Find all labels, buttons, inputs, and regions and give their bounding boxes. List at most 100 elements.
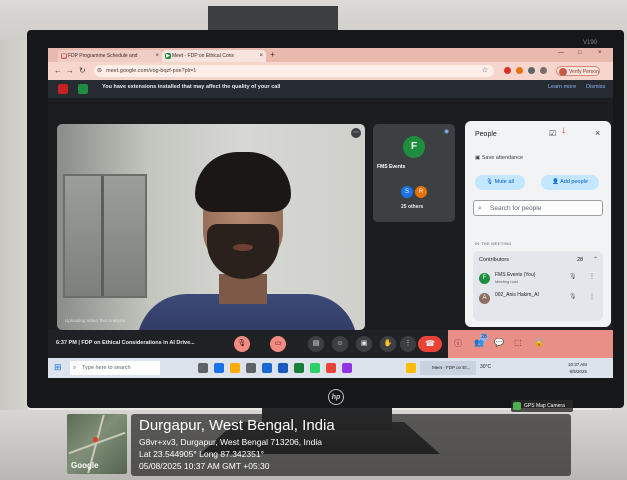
more-options-icon[interactable]: ⋮ (589, 273, 595, 280)
activities-icon[interactable]: ⬚ (514, 338, 522, 347)
back-icon[interactable]: ← (54, 66, 62, 75)
close-tab-icon[interactable]: × (259, 50, 263, 62)
file-explorer-icon[interactable] (230, 363, 240, 373)
taskbar-clock[interactable]: 10:37 AM 8/5/2025 (568, 361, 587, 375)
profile-label: Verify Person (569, 69, 599, 75)
extension-puzzle-icon[interactable] (528, 67, 535, 74)
gps-camera-badge: GPS Map Camera (511, 400, 573, 412)
gps-coords: Lat 23.544905° Long 87.342351° (139, 449, 264, 459)
new-tab-button[interactable]: + (270, 50, 275, 59)
others-label: 25 others (401, 204, 424, 210)
chrome-icon[interactable] (406, 363, 416, 373)
search-people-input[interactable]: ⌕ Search for people (473, 200, 603, 216)
tile-name: FMS Events (377, 164, 406, 170)
present-button[interactable]: ▣ (356, 336, 372, 352)
windows-taskbar: ⊞ ⌕ Type here to search Meet - FDP on Et… (48, 358, 613, 378)
site-info-icon[interactable]: ⊜ (97, 65, 102, 77)
reload-icon[interactable]: ↻ (79, 66, 86, 75)
close-tab-icon[interactable]: × (155, 50, 159, 62)
extension-icon-red[interactable] (504, 67, 511, 74)
participant-row[interactable]: A 002_Anis Hakim_AI 🎙 ⋮ (479, 291, 599, 309)
whatsapp-icon[interactable] (310, 363, 320, 373)
more-options-icon[interactable]: ⋯ (351, 128, 361, 138)
chevron-up-icon[interactable]: ⌃ (593, 256, 598, 263)
gps-info-box: Durgapur, West Bengal, India G8vr+xv3, D… (131, 414, 571, 476)
search-placeholder: Search for people (490, 205, 542, 212)
taskbar-meet-label: Meet - FDP on Et... (432, 365, 471, 370)
captions-button[interactable]: ▤ (308, 336, 324, 352)
excel-icon[interactable] (294, 363, 304, 373)
main-speaker-video[interactable]: Uploading Video Text Analysis ⋯ (57, 124, 365, 330)
leave-call-button[interactable]: ☎ (418, 336, 442, 352)
profile-chip[interactable]: Verify Person (556, 66, 600, 76)
banner-message: You have extensions installed that may a… (102, 84, 281, 90)
avatar (559, 68, 567, 76)
more-options-button[interactable]: ⋮ (400, 336, 416, 352)
info-icon[interactable]: ⓘ (454, 338, 462, 349)
maximize-icon[interactable]: □ (578, 50, 582, 56)
weather-widget[interactable]: 30°C (480, 364, 491, 370)
host-controls-icon[interactable]: ☑ (549, 129, 556, 138)
address-bar-row: ← → ↻ ⊜ meet.google.com/vog-bqzf-pxe?pli… (48, 62, 613, 80)
participant-name: 002_Anis Hakim_AI (495, 292, 539, 298)
location-pin-icon: ● (92, 432, 100, 446)
close-icon[interactable]: × (595, 128, 600, 138)
speaker-mouth (233, 244, 253, 251)
mail-icon[interactable] (262, 363, 272, 373)
clock-date: 8/5/2025 (569, 369, 588, 374)
camera-off-button[interactable]: ▭ (270, 336, 286, 352)
chat-icon[interactable]: 💬 (494, 338, 504, 347)
learn-more-link[interactable]: Learn more (548, 84, 576, 90)
save-attendance-label: Save attendance (481, 155, 524, 161)
forward-icon[interactable]: → (66, 66, 74, 75)
windows-start-icon[interactable]: ⊞ (54, 362, 62, 373)
participant-row[interactable]: F FMS Events (You) Meeting host 🎙 ⋮ (479, 271, 599, 289)
mic-off-icon[interactable]: 🎙 (569, 273, 577, 280)
sidebar-icon[interactable] (540, 67, 547, 74)
tab-label: FDP Programme Schedule and (68, 53, 138, 59)
minimize-icon[interactable]: — (558, 50, 564, 56)
mute-all-label: Mute all (494, 179, 514, 185)
store-icon[interactable] (246, 363, 256, 373)
emoji-button[interactable]: ☺ (332, 336, 348, 352)
taskbar-meet-window[interactable]: Meet - FDP on Et... (420, 361, 476, 375)
raise-hand-button[interactable]: ✋ (380, 336, 396, 352)
word-icon[interactable] (278, 363, 288, 373)
hp-logo: hp (328, 389, 344, 405)
extension-icon-orange[interactable] (516, 67, 523, 74)
url-field[interactable]: ⊜ meet.google.com/vog-bqzf-pxe?pli=1 ☆ (94, 65, 494, 77)
add-people-button[interactable]: 👤 Add people (541, 175, 599, 190)
save-attendance-button[interactable]: ▣ Save attendance (475, 155, 523, 161)
left-wall (0, 40, 28, 410)
sheets-icon: ▦ (61, 53, 67, 59)
arrow-annotation-icon: ↓ (561, 125, 566, 136)
taskbar-search-placeholder: Type here to search (82, 365, 131, 371)
avatar: F (403, 136, 425, 158)
wall-fixture (208, 6, 338, 32)
in-meeting-heading: IN THE MEETING (475, 241, 512, 246)
tab-meet[interactable]: ▶ Meet - FDP on Ethical Cons × (162, 50, 266, 62)
mic-off-button[interactable]: 🎙 (234, 336, 250, 352)
people-panel: People ☑ ↓ × ▣ Save attendance 🎙 Mute al… (465, 121, 611, 327)
app-icon[interactable] (342, 363, 352, 373)
more-options-icon[interactable]: ⋮ (589, 293, 595, 300)
mute-all-button[interactable]: 🎙 Mute all (475, 175, 525, 190)
gps-city: Durgapur, West Bengal, India (139, 417, 335, 434)
chrome-icon[interactable] (326, 363, 336, 373)
video-watermark: Uploading Video Text Analysis (65, 318, 126, 323)
avatar: A (479, 293, 490, 304)
others-tile[interactable]: S R 25 others (373, 178, 455, 222)
close-window-icon[interactable]: × (598, 50, 602, 56)
participant-count-badge: 28 (480, 333, 488, 341)
task-view-icon[interactable] (198, 363, 208, 373)
camera-icon (513, 402, 521, 410)
mic-off-icon[interactable]: 🎙 (569, 293, 577, 300)
dismiss-button[interactable]: Dismiss (586, 84, 605, 90)
meet-icon: ▶ (165, 53, 171, 59)
tab-schedule[interactable]: ▦ FDP Programme Schedule and × (58, 50, 162, 62)
taskbar-search[interactable]: ⌕ Type here to search (70, 361, 160, 375)
edge-icon[interactable] (214, 363, 224, 373)
bookmark-star-icon[interactable]: ☆ (482, 65, 488, 77)
warning-icon (58, 84, 68, 94)
host-controls-icon[interactable]: 🔒 (534, 338, 544, 347)
